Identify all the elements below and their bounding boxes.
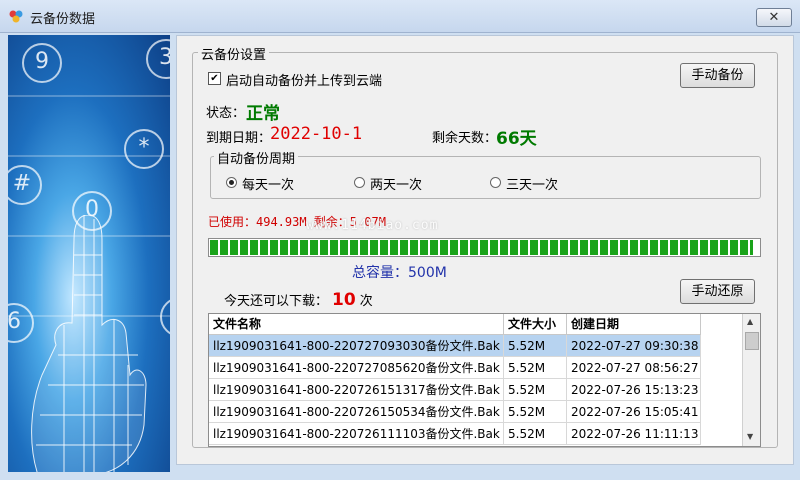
table-scrollbar[interactable]: ▲ ▼ xyxy=(742,314,760,446)
table-row[interactable]: llz1909031641-800-220726111103备份文件.Bak 5.… xyxy=(209,423,701,445)
cell-date: 2022-07-26 15:13:23 xyxy=(567,379,701,401)
download-remaining: 今天还可以下载： 10 次 xyxy=(224,290,373,310)
status-label: 状态： xyxy=(206,106,246,121)
table-row[interactable]: llz1909031641-800-220727093030备份文件.Bak 5.… xyxy=(209,335,701,357)
watermark-text: www.114biao.com xyxy=(306,218,439,233)
cell-date: 2022-07-27 08:56:27 xyxy=(567,357,701,379)
download-suffix: 次 xyxy=(359,294,373,309)
expiry-value: 2022-10-1 xyxy=(270,124,363,144)
title-bar: 云备份数据 ✕ xyxy=(0,0,800,33)
radio-daily[interactable] xyxy=(226,177,237,188)
radio-daily-label[interactable]: 每天一次 xyxy=(242,174,294,193)
column-header-size[interactable]: 文件大小 xyxy=(504,314,567,335)
cell-date: 2022-07-27 09:30:38 xyxy=(567,335,701,357)
cell-filename: llz1909031641-800-220726111103备份文件.Bak xyxy=(209,423,504,445)
window-title: 云备份数据 xyxy=(30,12,96,27)
column-header-date[interactable]: 创建日期 xyxy=(567,314,701,335)
radio-every-two-days[interactable] xyxy=(354,177,365,188)
scroll-thumb[interactable] xyxy=(745,332,759,350)
manual-restore-button[interactable]: 手动还原 xyxy=(680,279,755,304)
keypad-number: * xyxy=(124,129,164,169)
backup-file-table[interactable]: 文件名称 文件大小 创建日期 llz1909031641-800-2207270… xyxy=(208,313,761,447)
keypad-number: 5 xyxy=(160,297,170,337)
close-button[interactable]: ✕ xyxy=(756,8,792,27)
cell-date: 2022-07-26 11:11:13 xyxy=(567,423,701,445)
column-header-filename[interactable]: 文件名称 xyxy=(209,314,504,335)
backup-cycle-title: 自动备份周期 xyxy=(214,148,299,167)
manual-backup-button[interactable]: 手动备份 xyxy=(680,63,755,88)
table-row[interactable]: llz1909031641-800-220726150534备份文件.Bak 5.… xyxy=(209,401,701,423)
cell-size: 5.52M xyxy=(504,357,567,379)
cell-size: 5.52M xyxy=(504,335,567,357)
remaining-days-label: 剩余天数： xyxy=(432,131,498,146)
cell-date: 2022-07-26 15:05:41 xyxy=(567,401,701,423)
download-count: 10 xyxy=(332,290,356,310)
radio-every-two-days-label[interactable]: 两天一次 xyxy=(370,174,422,193)
keypad-number: 3 xyxy=(146,39,170,79)
cell-size: 5.52M xyxy=(504,423,567,445)
download-prefix: 今天还可以下载： xyxy=(224,294,329,309)
keypad-number: # xyxy=(8,165,42,205)
wireframe-hand-icon xyxy=(31,215,147,472)
backup-settings-title: 云备份设置 xyxy=(198,44,270,63)
cell-filename: llz1909031641-800-220727093030备份文件.Bak xyxy=(209,335,504,357)
auto-backup-label[interactable]: 启动自动备份并上传到云端 xyxy=(226,70,382,89)
status-value: 正常 xyxy=(246,104,280,124)
radio-every-three-days[interactable] xyxy=(490,177,501,188)
storage-progress-bar xyxy=(208,238,761,257)
cell-filename: llz1909031641-800-220726150534备份文件.Bak xyxy=(209,401,504,423)
cell-size: 5.52M xyxy=(504,401,567,423)
cell-filename: llz1909031641-800-220727085620备份文件.Bak xyxy=(209,357,504,379)
storage-progress-fill xyxy=(210,240,753,255)
remaining-days-value: 66天 xyxy=(496,129,537,149)
scroll-up-icon[interactable]: ▲ xyxy=(747,317,753,326)
table-row[interactable]: llz1909031641-800-220726151317备份文件.Bak 5.… xyxy=(209,379,701,401)
expiry-label: 到期日期： xyxy=(206,131,272,146)
auto-backup-checkbox[interactable]: ✔ xyxy=(208,72,221,85)
scroll-down-icon[interactable]: ▼ xyxy=(747,432,753,441)
cell-size: 5.52M xyxy=(504,379,567,401)
total-capacity-text: 总容量：500M xyxy=(352,265,447,281)
keypad-number: 9 xyxy=(22,43,62,83)
radio-every-three-days-label[interactable]: 三天一次 xyxy=(506,174,558,193)
table-row[interactable]: llz1909031641-800-220727085620备份文件.Bak 5.… xyxy=(209,357,701,379)
cell-filename: llz1909031641-800-220726151317备份文件.Bak xyxy=(209,379,504,401)
app-icon xyxy=(9,10,23,23)
side-banner-image: 9 3 # * 0 6 5 xyxy=(8,35,170,472)
